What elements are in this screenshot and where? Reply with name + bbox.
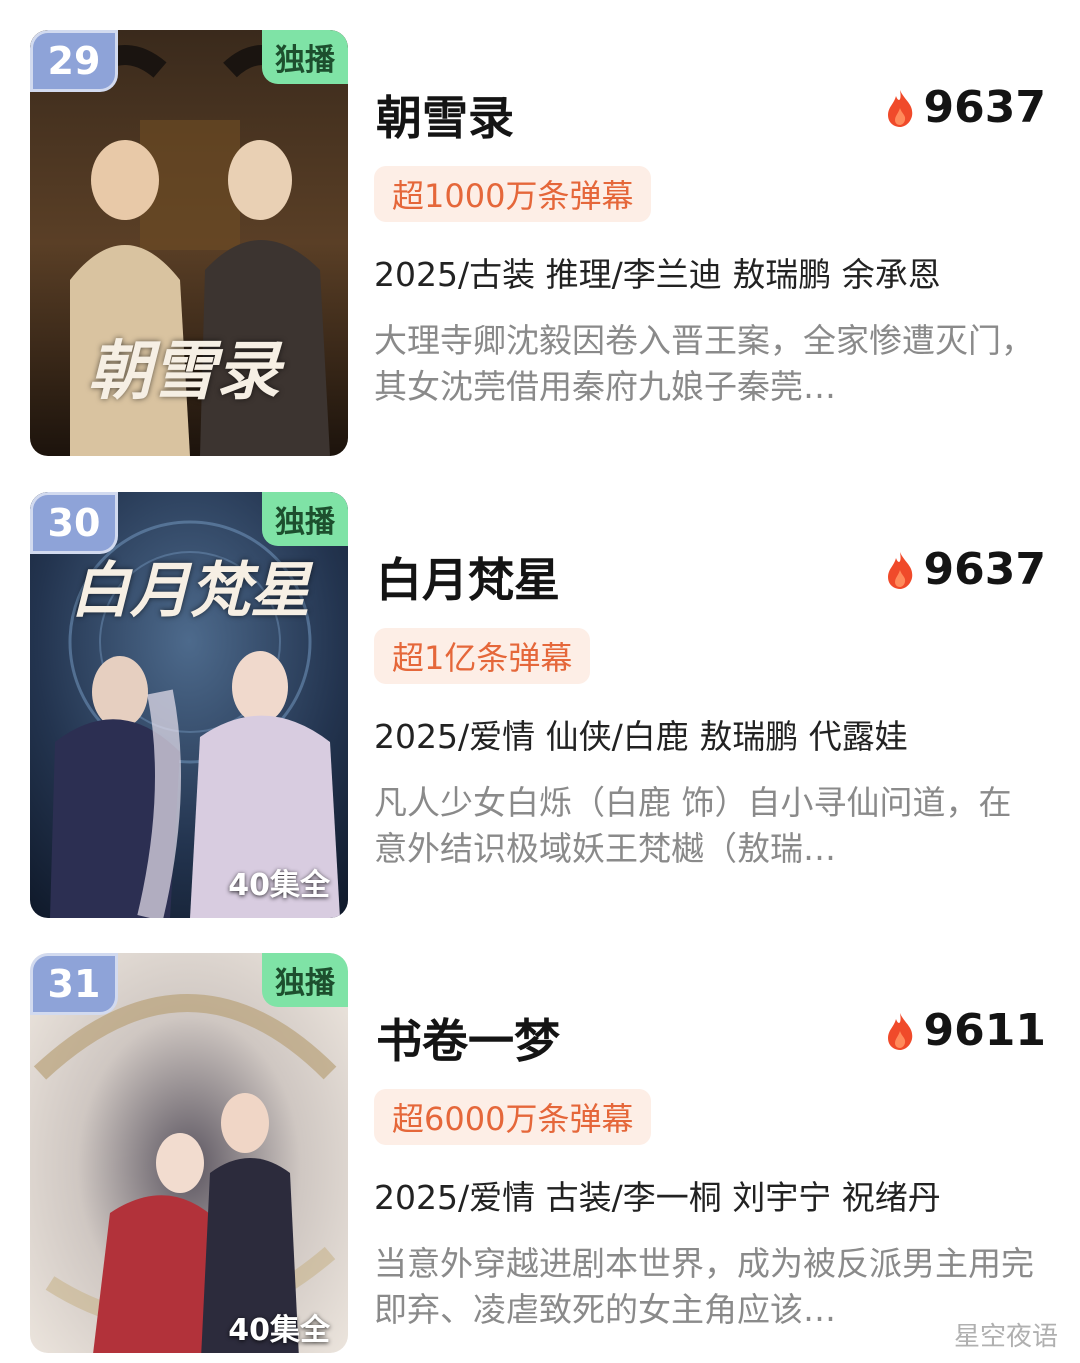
danmaku-tag: 超1亿条弹幕 bbox=[374, 628, 591, 684]
drama-meta: 2025/爱情 仙侠/白鹿 敖瑞鹏 代露娃 bbox=[374, 717, 908, 756]
episode-count: 40集全 bbox=[228, 868, 330, 903]
poster-image[interactable]: 30 独播 白月梵星 40集全 bbox=[30, 492, 348, 918]
drama-title[interactable]: 白月梵星 bbox=[376, 544, 560, 610]
poster-image[interactable]: 29 独播 朝雪录 bbox=[30, 30, 348, 456]
heat-score: 9637 bbox=[884, 82, 1046, 133]
poster-calligraphy-title: 朝雪录 bbox=[88, 334, 280, 409]
rank-badge: 31 bbox=[30, 953, 118, 1015]
drama-description: 当意外穿越进剧本世界，成为被反派男主用完即弃、凌虐致死的女主角应该… bbox=[374, 1244, 1034, 1329]
rank-badge: 29 bbox=[30, 30, 118, 92]
flame-icon bbox=[887, 1012, 912, 1050]
list-item[interactable]: 30 独播 白月梵星 40集全 白月梵星 9637 超1亿条弹幕 2025/爱情… bbox=[0, 462, 1080, 918]
list-item[interactable]: 31 独播 40集全 书卷一梦 9611 超6000万条弹幕 2025/爱情 古… bbox=[0, 923, 1080, 1363]
flame-icon bbox=[887, 551, 912, 589]
exclusive-badge: 独播 bbox=[262, 953, 348, 1007]
heat-value: 9637 bbox=[923, 82, 1046, 133]
danmaku-tag: 超1000万条弹幕 bbox=[374, 166, 652, 222]
drama-title[interactable]: 书卷一梦 bbox=[376, 1005, 560, 1071]
exclusive-badge: 独播 bbox=[262, 30, 348, 84]
episode-count: 40集全 bbox=[228, 1313, 330, 1348]
drama-description: 大理寺卿沈毅因卷入晋王案，全家惨遭灭门，其女沈莞借用秦府九娘子秦莞… bbox=[374, 321, 1034, 406]
watermark: 星空夜语 bbox=[953, 1322, 1058, 1352]
drama-title[interactable]: 朝雪录 bbox=[376, 82, 514, 148]
drama-meta: 2025/爱情 古装/李一桐 刘宇宁 祝绪丹 bbox=[374, 1178, 941, 1217]
drama-meta: 2025/古装 推理/李兰迪 敖瑞鹏 余承恩 bbox=[374, 255, 941, 294]
heat-value: 9611 bbox=[923, 1005, 1046, 1056]
poster-calligraphy-title: 白月梵星 bbox=[70, 556, 310, 626]
flame-icon bbox=[887, 89, 912, 127]
poster-image[interactable]: 31 独播 40集全 bbox=[30, 953, 348, 1353]
list-item[interactable]: 29 独播 朝雪录 朝雪录 9637 超1000万条弹幕 2025/古装 推理/… bbox=[0, 0, 1080, 456]
heat-score: 9637 bbox=[884, 544, 1046, 595]
exclusive-badge: 独播 bbox=[262, 492, 348, 546]
danmaku-tag: 超6000万条弹幕 bbox=[374, 1089, 652, 1145]
heat-value: 9637 bbox=[923, 544, 1046, 595]
heat-score: 9611 bbox=[884, 1005, 1046, 1056]
drama-description: 凡人少女白烁（白鹿 饰）自小寻仙问道，在意外结识极域妖王梵樾（敖瑞… bbox=[374, 783, 1012, 868]
